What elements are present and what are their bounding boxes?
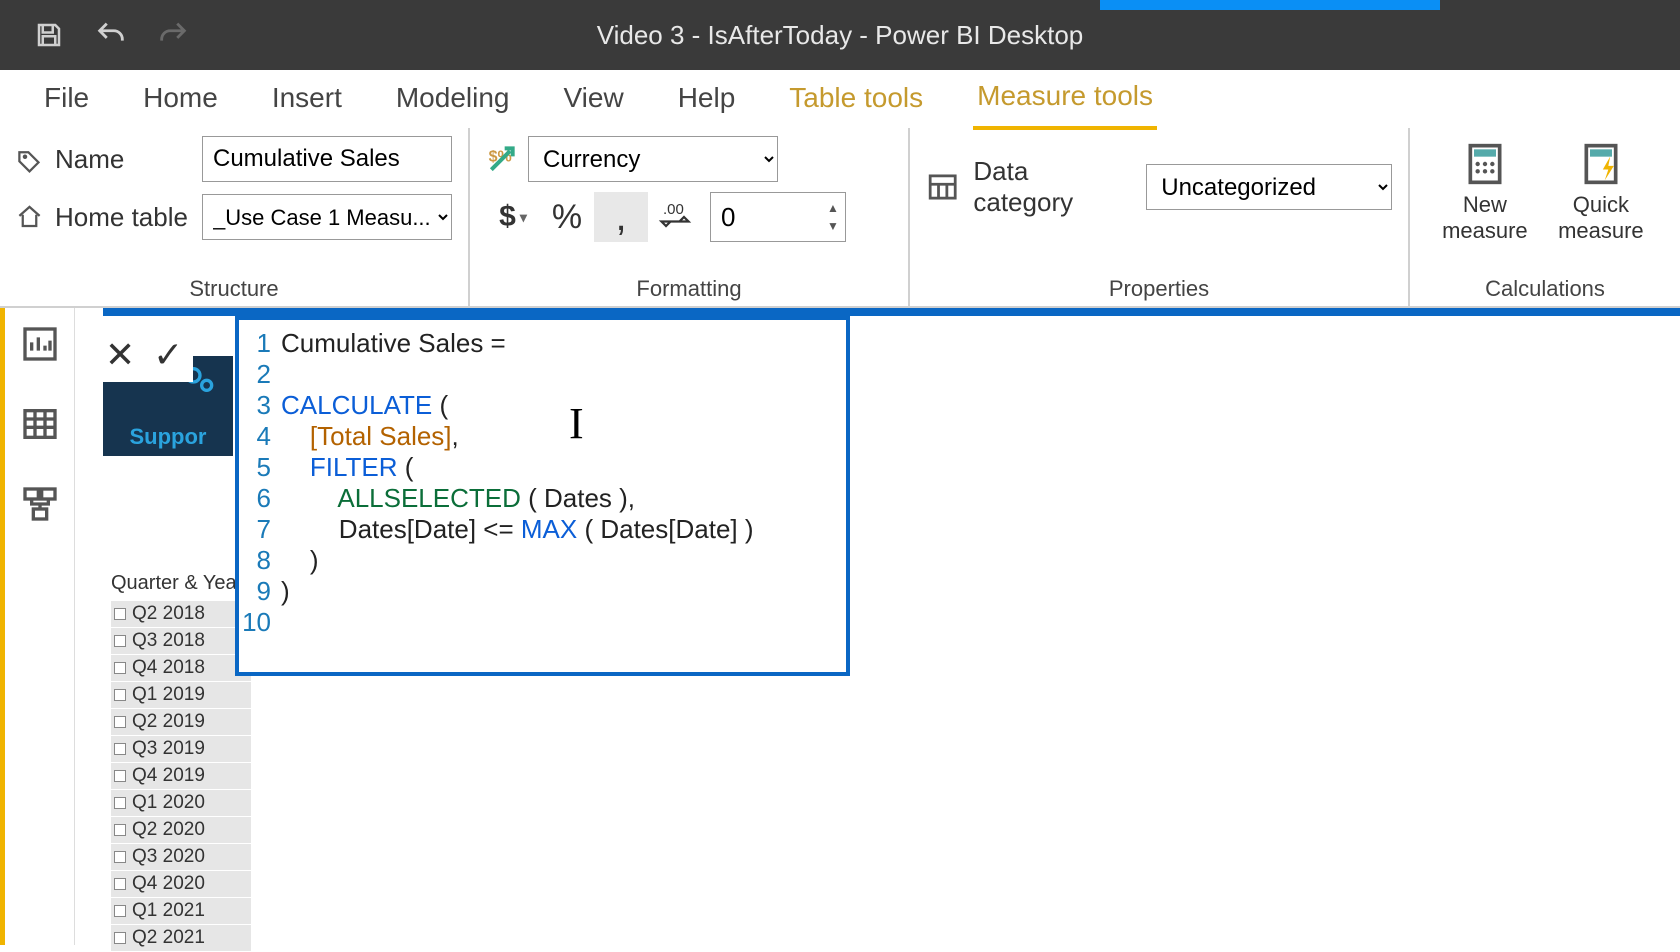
home-table-icon <box>16 202 43 232</box>
tab-table-tools[interactable]: Table tools <box>785 70 927 128</box>
support-label: Suppor <box>130 424 207 450</box>
tab-measure-tools[interactable]: Measure tools <box>973 68 1157 130</box>
ribbon: Name Home table _Use Case 1 Measu... Str… <box>0 128 1680 308</box>
decimals-spinner[interactable]: ▲ ▼ <box>710 192 846 242</box>
ribbon-tabs: File Home Insert Modeling View Help Tabl… <box>0 70 1680 128</box>
redo-icon <box>154 16 192 54</box>
undo-icon[interactable] <box>92 16 130 54</box>
calculator-icon <box>1463 142 1507 186</box>
accent-strip <box>1100 0 1440 10</box>
new-measure-label: New measure <box>1438 192 1532 245</box>
title-bar: Video 3 - IsAfterToday - Power BI Deskto… <box>0 0 1680 70</box>
tab-insert[interactable]: Insert <box>268 70 346 128</box>
slicer-item[interactable]: Q4 2018 <box>111 655 251 681</box>
slicer-item[interactable]: Q2 2018 <box>111 601 251 627</box>
report-canvas[interactable]: ✕ ✓ Suppor Quarter & Year Q2 2018Q3 2018… <box>75 308 1680 945</box>
formatting-group-label: Formatting <box>486 270 892 302</box>
formula-cancel-button[interactable]: ✕ <box>105 334 135 376</box>
name-label: Name <box>55 144 190 175</box>
model-view-icon[interactable] <box>20 484 60 524</box>
decimals-up[interactable]: ▲ <box>821 199 845 217</box>
data-view-icon[interactable] <box>20 404 60 444</box>
slicer-item[interactable]: Q2 2021 <box>111 925 251 951</box>
thousands-separator-button[interactable]: , <box>594 192 648 242</box>
save-icon[interactable] <box>30 16 68 54</box>
slicer-item[interactable]: Q4 2020 <box>111 871 251 897</box>
tab-file[interactable]: File <box>40 70 93 128</box>
decimal-places-icon: .00 <box>648 192 702 242</box>
properties-group-label: Properties <box>926 270 1392 302</box>
slicer-item[interactable]: Q2 2020 <box>111 817 251 843</box>
name-input[interactable] <box>202 136 452 182</box>
tab-home[interactable]: Home <box>139 70 222 128</box>
decimals-down[interactable]: ▼ <box>821 217 845 235</box>
tab-view[interactable]: View <box>560 70 628 128</box>
quick-measure-button[interactable]: Quick measure <box>1550 142 1652 245</box>
slicer-item[interactable]: Q2 2019 <box>111 709 251 735</box>
view-rail <box>0 308 75 945</box>
currency-button[interactable]: $ <box>486 192 540 242</box>
slicer-title: Quarter & Year <box>111 568 251 601</box>
format-select[interactable]: Currency <box>528 136 778 182</box>
home-table-label: Home table <box>55 202 190 233</box>
dax-formula-editor[interactable]: 1Cumulative Sales = 23CALCULATE ( 4 [Tot… <box>235 316 850 676</box>
name-tag-icon <box>16 144 43 174</box>
tab-modeling[interactable]: Modeling <box>392 70 514 128</box>
slicer-item[interactable]: Q1 2019 <box>111 682 251 708</box>
data-category-select[interactable]: Uncategorized <box>1146 164 1392 210</box>
canvas-selection-bar <box>103 308 1680 316</box>
quick-measure-label: Quick measure <box>1550 192 1652 245</box>
slicer-item[interactable]: Q3 2019 <box>111 736 251 762</box>
slicer-item[interactable]: Q4 2019 <box>111 763 251 789</box>
app-title: Video 3 - IsAfterToday - Power BI Deskto… <box>597 20 1084 51</box>
slicer-item[interactable]: Q3 2020 <box>111 844 251 870</box>
data-category-icon <box>926 170 959 204</box>
structure-group-label: Structure <box>16 270 452 302</box>
formula-commit-button[interactable]: ✓ <box>153 334 183 376</box>
percent-button[interactable]: % <box>540 192 594 242</box>
quarter-year-slicer[interactable]: Quarter & Year Q2 2018Q3 2018Q4 2018Q1 2… <box>111 568 251 952</box>
decimals-input[interactable] <box>711 193 821 241</box>
slicer-item[interactable]: Q1 2020 <box>111 790 251 816</box>
report-view-icon[interactable] <box>20 324 60 364</box>
new-measure-button[interactable]: New measure <box>1438 142 1532 245</box>
tab-help[interactable]: Help <box>674 70 740 128</box>
slicer-item[interactable]: Q3 2018 <box>111 628 251 654</box>
quick-measure-icon <box>1579 142 1623 186</box>
slicer-item[interactable]: Q1 2021 <box>111 898 251 924</box>
calculations-group-label: Calculations <box>1426 270 1664 302</box>
svg-text:.00: .00 <box>663 201 684 218</box>
home-table-select[interactable]: _Use Case 1 Measu... <box>202 194 452 240</box>
format-icon: $% <box>486 143 518 175</box>
data-category-label: Data category <box>973 156 1132 218</box>
